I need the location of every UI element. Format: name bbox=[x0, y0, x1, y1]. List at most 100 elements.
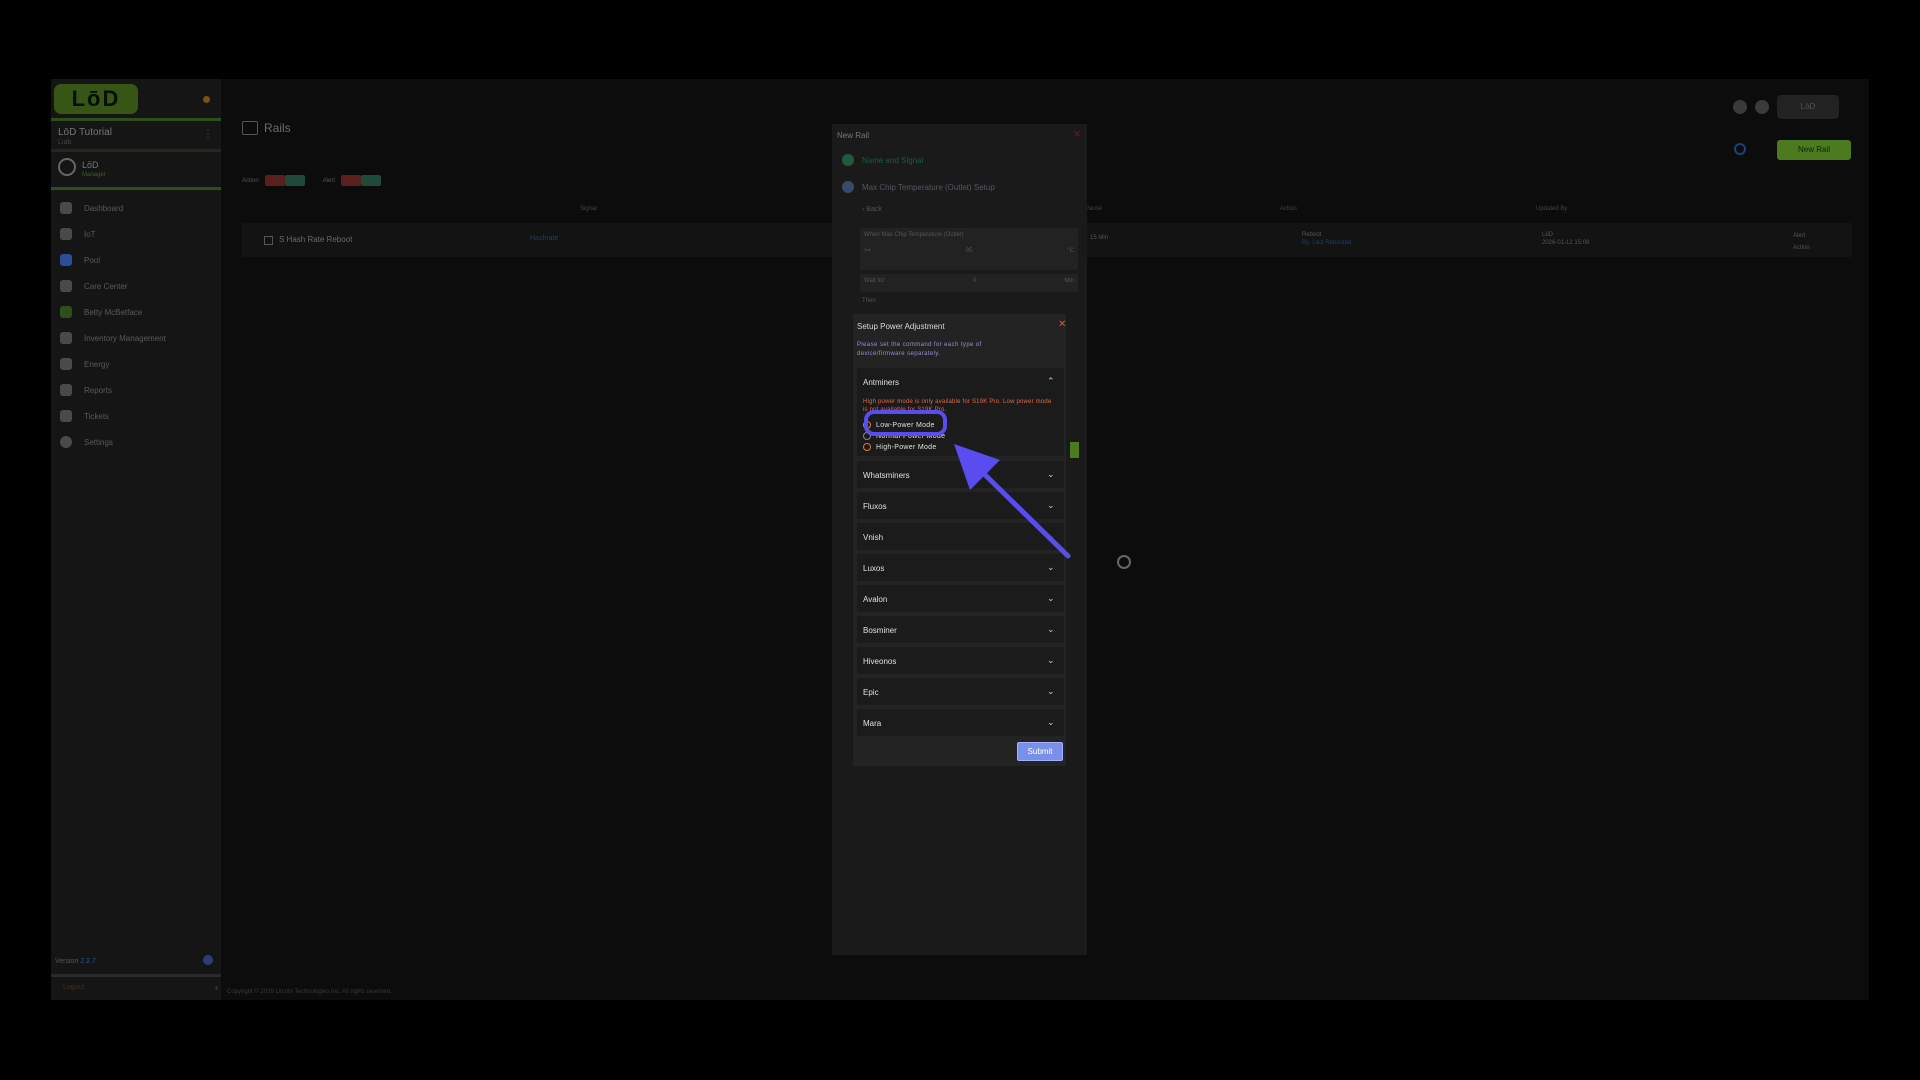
rail-signal[interactable]: Hashrate bbox=[530, 235, 558, 242]
modal-description: Please set the command for each type of … bbox=[857, 342, 982, 357]
sidebar-item-settings[interactable]: Settings bbox=[51, 429, 221, 455]
notification-dot bbox=[203, 96, 210, 103]
chevron-down-icon: ⌄ bbox=[1047, 624, 1055, 634]
sidebar-item-label: Betty McBetface bbox=[84, 307, 143, 317]
sidebar-item-label: Tickets bbox=[84, 411, 110, 421]
action-chip-red[interactable] bbox=[264, 175, 285, 186]
step-number-icon bbox=[842, 181, 854, 193]
new-rail-button[interactable]: New Rail bbox=[1777, 140, 1851, 160]
divider bbox=[51, 149, 221, 152]
org-menu-icon[interactable]: ⋮ bbox=[203, 129, 213, 140]
highlight-box bbox=[864, 410, 947, 436]
filter-chips: Action Alert bbox=[242, 175, 382, 186]
rail-name[interactable]: S Hash Rate Reboot bbox=[279, 235, 352, 244]
action-chip-green[interactable] bbox=[284, 175, 305, 186]
row-checkbox[interactable] bbox=[264, 236, 273, 245]
refresh-icon[interactable] bbox=[1734, 143, 1746, 155]
action-toggle-label[interactable]: Action bbox=[1793, 242, 1810, 254]
accordion-label: Avalon bbox=[863, 595, 888, 604]
condition-box: When Max Chip Temperature (Outlet) >= 95… bbox=[860, 228, 1078, 270]
user-icon bbox=[58, 158, 76, 176]
step-label: Name and Signal bbox=[862, 155, 924, 165]
chevron-down-icon: ⌄ bbox=[1047, 593, 1055, 603]
accordion-epic[interactable]: Epic ⌄ bbox=[857, 678, 1064, 705]
brand-logo[interactable]: LōD bbox=[54, 84, 138, 114]
back-button[interactable]: ‹ Back bbox=[862, 206, 882, 213]
step-name-signal[interactable]: Name and Signal bbox=[842, 154, 923, 166]
sidebar-item-label: Care Center bbox=[84, 281, 128, 291]
help-icon[interactable] bbox=[203, 955, 213, 965]
accordion-label: Vnish bbox=[863, 533, 884, 542]
rail-toggles: Alert Action bbox=[1793, 230, 1810, 254]
version-value: 2.2.7 bbox=[80, 958, 96, 965]
column-header-pause: Pause bbox=[1085, 206, 1103, 212]
accordion-label: Epic bbox=[863, 688, 879, 697]
user-name[interactable]: LōD bbox=[82, 160, 99, 170]
chevron-up-icon[interactable]: ⌃ bbox=[1047, 376, 1055, 387]
accordion-avalon[interactable]: Avalon ⌄ bbox=[857, 585, 1064, 612]
accordion-hiveonos[interactable]: Hiveonos ⌄ bbox=[857, 647, 1064, 674]
sidebar-item-label: Reports bbox=[84, 385, 113, 395]
accordion-label: Fluxos bbox=[863, 502, 887, 511]
sidebar-item-betty[interactable]: Betty McBetface bbox=[51, 299, 221, 325]
page-title: Rails bbox=[242, 121, 291, 135]
sidebar-item-label: Dashboard bbox=[84, 203, 124, 213]
sidebar-item-dashboard[interactable]: Dashboard bbox=[51, 195, 221, 221]
alert-chip-green[interactable] bbox=[361, 175, 382, 186]
care-icon bbox=[60, 280, 72, 292]
chevron-down-icon: ⌄ bbox=[1047, 655, 1055, 665]
accordion-label: Whatsminers bbox=[863, 471, 910, 480]
alert-toggle-label[interactable]: Alert bbox=[1793, 230, 1810, 242]
logout-button[interactable]: Logout bbox=[63, 984, 84, 991]
column-header-signal: Signal bbox=[580, 206, 597, 212]
modal-title: Setup Power Adjustment bbox=[857, 322, 945, 331]
topbar-actions: LōD bbox=[1733, 95, 1839, 119]
step-setup[interactable]: Max Chip Temperature (Outlet) Setup bbox=[842, 181, 995, 193]
gear-icon bbox=[60, 436, 72, 448]
sidebar-item-iot[interactable]: IoT bbox=[51, 221, 221, 247]
submit-button[interactable]: Submit bbox=[1017, 742, 1063, 761]
sidebar-nav: Dashboard IoT Pool Care Center Betty McB… bbox=[51, 195, 221, 455]
gear-icon[interactable] bbox=[1117, 555, 1131, 569]
sidebar-item-tickets[interactable]: Tickets bbox=[51, 403, 221, 429]
rail-action-sub: By: Last Rebooted bbox=[1302, 240, 1352, 246]
user-menu-button[interactable]: LōD bbox=[1777, 95, 1839, 119]
radio-button[interactable] bbox=[863, 443, 871, 451]
wait-input[interactable]: 0 bbox=[973, 278, 976, 288]
accordion-label[interactable]: Antminers bbox=[863, 378, 899, 387]
sidebar-item-label: Energy bbox=[84, 359, 110, 369]
radio-high-power[interactable]: High-Power Mode bbox=[863, 443, 937, 451]
then-label: Then bbox=[862, 298, 876, 304]
chevron-down-icon: ⌄ bbox=[1047, 562, 1055, 572]
sidebar-item-reports[interactable]: Reports bbox=[51, 377, 221, 403]
chip-label: Action bbox=[242, 177, 259, 184]
step-label: Max Chip Temperature (Outlet) Setup bbox=[862, 182, 995, 192]
radio-label: High-Power Mode bbox=[876, 443, 937, 451]
chevron-down-icon: ⌄ bbox=[1047, 717, 1055, 727]
sidebar-item-label: Settings bbox=[84, 437, 113, 447]
sidebar-item-energy[interactable]: Energy bbox=[51, 351, 221, 377]
new-rail-title: New Rail bbox=[837, 131, 870, 140]
wait-unit: Min bbox=[1064, 278, 1074, 284]
theme-icon[interactable] bbox=[1755, 100, 1769, 114]
wait-box: Wait for 0 Min bbox=[860, 274, 1078, 292]
bell-icon[interactable] bbox=[1733, 100, 1747, 114]
accordion-label: Luxos bbox=[863, 564, 885, 573]
accordion-mara[interactable]: Mara ⌄ bbox=[857, 709, 1064, 736]
sidebar-item-pool[interactable]: Pool bbox=[51, 247, 221, 273]
sidebar-item-care-center[interactable]: Care Center bbox=[51, 273, 221, 299]
temperature-input[interactable]: 95 bbox=[966, 248, 973, 254]
close-icon[interactable]: ✕ bbox=[1073, 129, 1081, 140]
close-icon[interactable]: ✕ bbox=[1058, 319, 1066, 330]
accordion-bosminer[interactable]: Bosminer ⌄ bbox=[857, 616, 1064, 643]
operator-select[interactable]: >= bbox=[864, 248, 871, 254]
sidebar-item-label: Inventory Management bbox=[84, 333, 166, 343]
rail-action: Reboot By: Last Rebooted bbox=[1302, 231, 1351, 247]
dashboard-icon bbox=[60, 202, 72, 214]
org-name[interactable]: LōD Tutorial bbox=[58, 127, 112, 138]
sidebar-item-inventory[interactable]: Inventory Management bbox=[51, 325, 221, 351]
divider bbox=[51, 187, 221, 190]
alert-chip-red[interactable] bbox=[341, 175, 362, 186]
accordion-label: Mara bbox=[863, 719, 882, 728]
collapse-sidebar-icon[interactable]: ‹ bbox=[215, 982, 218, 992]
